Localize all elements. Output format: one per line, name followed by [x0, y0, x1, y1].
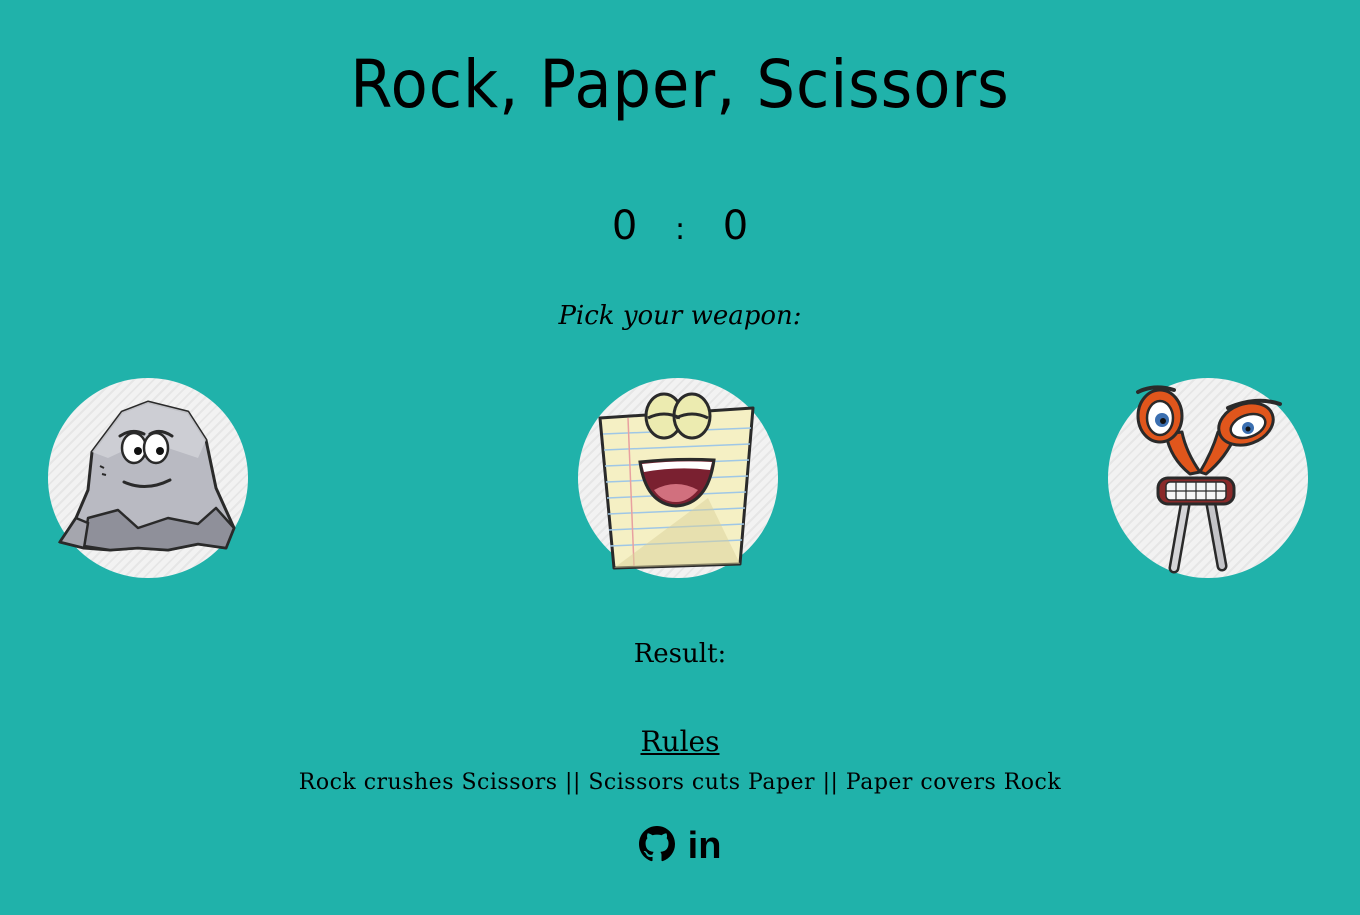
github-icon	[638, 826, 675, 862]
result-label: Result:	[633, 639, 727, 669]
rock-button[interactable]	[48, 378, 248, 578]
linkedin-icon: in	[687, 825, 722, 867]
rock-character-icon	[57, 400, 236, 552]
paper-button[interactable]	[578, 378, 778, 578]
social-links: in	[0, 826, 1360, 870]
scissors-character-icon	[1136, 385, 1282, 574]
linkedin-link[interactable]: in	[688, 826, 722, 866]
game-page: Rock, Paper, Scissors 0 : 0 Pick your we…	[0, 0, 1360, 915]
scissors-button[interactable]	[1108, 378, 1308, 578]
pick-weapon-prompt: Pick your weapon:	[558, 301, 802, 331]
score-separator: :	[674, 212, 686, 247]
paper-character-icon	[598, 392, 755, 570]
computer-score: 0	[722, 203, 749, 249]
page-title: Rock, Paper, Scissors	[350, 46, 1010, 123]
rules-text: Rock crushes Scissors || Scissors cuts P…	[298, 770, 1062, 795]
scoreboard: 0 : 0	[0, 196, 1360, 260]
github-link[interactable]	[638, 826, 675, 866]
player-score: 0	[611, 203, 638, 249]
rules-title: Rules	[640, 725, 720, 758]
